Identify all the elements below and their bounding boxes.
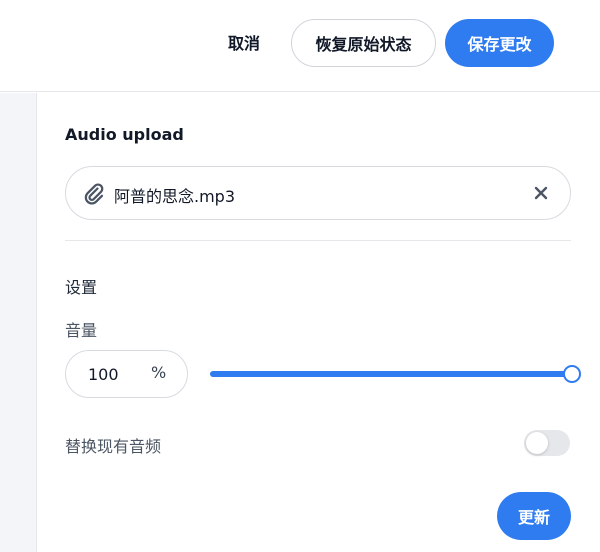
restore-original-button[interactable]: 恢复原始状态 — [291, 19, 436, 67]
volume-value: 100 — [88, 365, 119, 384]
volume-input[interactable]: 100 % — [65, 350, 188, 398]
toggle-knob — [526, 432, 548, 454]
save-changes-button[interactable]: 保存更改 — [445, 19, 554, 67]
volume-slider[interactable] — [210, 363, 581, 385]
settings-heading: 设置 — [65, 278, 98, 297]
uploaded-file-field[interactable]: 阿普的思念.mp3 — [65, 166, 571, 220]
top-action-bar: 取消 恢复原始状态 保存更改 — [0, 0, 600, 92]
audio-settings-panel: Audio upload 阿普的思念.mp3 设置 音量 100 % 替换现有音… — [38, 93, 600, 552]
slider-fill — [210, 371, 572, 377]
update-button[interactable]: 更新 — [497, 492, 571, 540]
percent-unit: % — [151, 363, 167, 382]
left-gutter — [0, 93, 37, 552]
volume-label: 音量 — [65, 321, 98, 340]
section-divider — [65, 240, 571, 241]
close-icon[interactable] — [530, 182, 552, 204]
file-name: 阿普的思念.mp3 — [114, 187, 236, 206]
slider-thumb[interactable] — [563, 365, 581, 383]
replace-audio-toggle[interactable] — [524, 430, 570, 456]
replace-audio-label: 替换现有音频 — [65, 437, 162, 456]
audio-upload-title: Audio upload — [65, 125, 184, 144]
paperclip-icon — [84, 183, 104, 205]
cancel-button[interactable]: 取消 — [224, 26, 264, 62]
